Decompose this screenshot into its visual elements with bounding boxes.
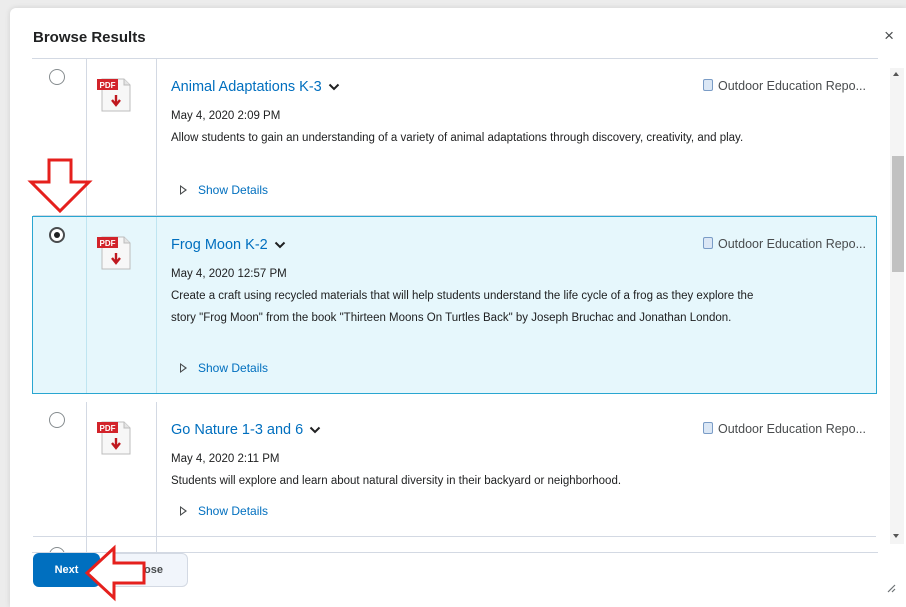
expand-triangle-icon — [180, 506, 187, 516]
chevron-down-icon[interactable] — [274, 241, 286, 249]
radio-cell — [33, 217, 87, 393]
show-details-label: Show Details — [198, 504, 269, 518]
expand-triangle-icon — [180, 363, 187, 373]
list-item: PDF Animal Adaptations K-3 Outdoor Educa… — [33, 59, 876, 216]
down-arrow-annotation-icon — [27, 158, 93, 214]
show-details-toggle[interactable]: Show Details — [180, 504, 268, 518]
select-radio[interactable] — [49, 412, 65, 428]
item-description: Allow students to gain an understanding … — [171, 132, 744, 144]
dialog-title: Browse Results — [33, 29, 146, 46]
list-item: PDF Go Nature 1-3 and 6 Outdoor Educatio… — [33, 402, 876, 537]
scrollbar[interactable] — [890, 68, 904, 544]
select-radio-checked[interactable] — [49, 227, 65, 243]
pdf-file-icon: PDF — [97, 78, 131, 112]
icon-cell: PDF — [86, 59, 157, 215]
item-title-text: Animal Adaptations K-3 — [171, 79, 322, 95]
repository-label: Outdoor Education Repo... — [702, 422, 866, 436]
show-details-toggle[interactable]: Show Details — [180, 183, 268, 197]
scroll-down-icon[interactable] — [893, 534, 899, 538]
scroll-thumb[interactable] — [892, 156, 904, 272]
item-date: May 4, 2020 12:57 PM — [171, 268, 287, 280]
repository-icon — [702, 237, 713, 249]
item-description: Create a craft using recycled materials … — [171, 290, 754, 324]
item-description: Students will explore and learn about na… — [171, 475, 622, 487]
repository-name: Outdoor Education Repo... — [717, 422, 866, 436]
results-list: PDF Animal Adaptations K-3 Outdoor Educa… — [32, 58, 878, 553]
radio-cell — [33, 402, 87, 536]
repository-label: Outdoor Education Repo... — [702, 237, 866, 251]
item-title-text: Go Nature 1-3 and 6 — [171, 422, 304, 438]
pdf-label: PDF — [100, 424, 116, 433]
list-item: PDF Frog Moon K-2 Outdoor Education Repo… — [32, 216, 877, 394]
show-details-label: Show Details — [198, 361, 269, 375]
pdf-file-icon: PDF — [97, 236, 131, 270]
chevron-down-icon[interactable] — [328, 83, 340, 91]
pdf-file-icon: PDF — [97, 421, 131, 455]
icon-cell: PDF — [86, 402, 157, 536]
browse-results-dialog: Browse Results × PDF Animal Adaptations … — [10, 8, 906, 607]
list-item — [33, 537, 876, 552]
repository-icon — [702, 79, 713, 91]
radio-cell — [33, 537, 87, 552]
repository-name: Outdoor Education Repo... — [717, 237, 866, 251]
scroll-up-icon[interactable] — [893, 72, 899, 76]
select-radio[interactable] — [49, 69, 65, 85]
pdf-label: PDF — [100, 81, 116, 90]
show-details-label: Show Details — [198, 183, 269, 197]
repository-icon — [702, 422, 713, 434]
repository-label: Outdoor Education Repo... — [702, 79, 866, 93]
icon-cell: PDF — [86, 217, 157, 393]
item-date: May 4, 2020 2:11 PM — [171, 453, 280, 465]
item-title-link[interactable]: Go Nature 1-3 and 6 — [171, 422, 321, 438]
chevron-down-icon[interactable] — [309, 426, 321, 434]
resize-handle-icon[interactable] — [886, 583, 896, 593]
item-title-link[interactable]: Frog Moon K-2 — [171, 237, 286, 253]
show-details-toggle[interactable]: Show Details — [180, 361, 268, 375]
expand-triangle-icon — [180, 185, 187, 195]
close-icon[interactable]: × — [884, 26, 894, 46]
left-arrow-annotation-icon — [84, 544, 146, 602]
item-date: May 4, 2020 2:09 PM — [171, 110, 281, 122]
pdf-label: PDF — [100, 239, 116, 248]
item-title-text: Frog Moon K-2 — [171, 237, 268, 253]
repository-name: Outdoor Education Repo... — [717, 79, 866, 93]
item-title-link[interactable]: Animal Adaptations K-3 — [171, 79, 340, 95]
